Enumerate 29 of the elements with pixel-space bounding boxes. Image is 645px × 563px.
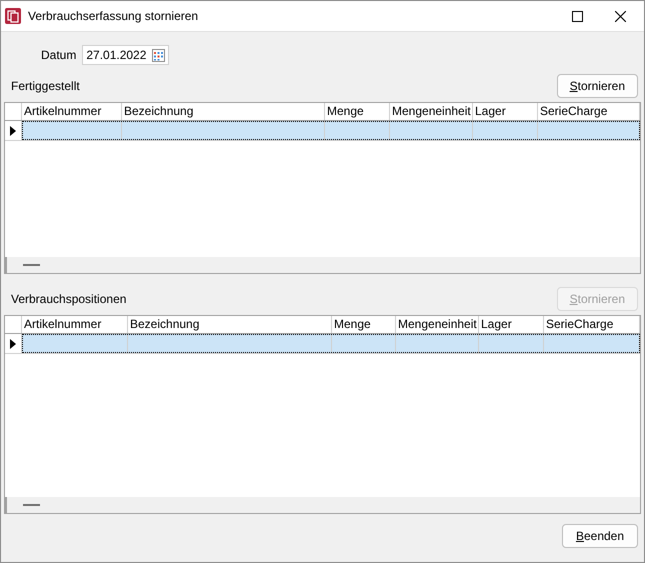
row-pointer-icon <box>10 338 16 348</box>
column-header[interactable]: Mengeneinheit <box>390 103 473 120</box>
column-header[interactable]: Bezeichnung <box>122 103 325 120</box>
grid-row[interactable] <box>5 121 640 141</box>
column-header[interactable]: SerieCharge <box>538 103 640 120</box>
close-button[interactable]: Beenden <box>562 524 638 548</box>
section-title: Verbrauchspositionen <box>11 291 126 308</box>
section-title: Fertiggestellt <box>11 78 80 95</box>
column-header[interactable]: Artikelnummer <box>22 103 122 120</box>
column-header[interactable]: Menge <box>325 103 390 120</box>
grid-row[interactable] <box>5 334 640 354</box>
column-header[interactable]: Lager <box>473 103 538 120</box>
column-header[interactable]: Lager <box>479 316 544 333</box>
close-icon[interactable] <box>615 10 626 22</box>
column-header[interactable]: Bezeichnung <box>128 316 332 333</box>
app-icon <box>5 8 21 24</box>
column-header[interactable]: Mengeneinheit <box>396 316 479 333</box>
column-header[interactable]: Artikelnummer <box>22 316 128 333</box>
cancel-booking-button[interactable]: Stornieren <box>556 74 638 98</box>
column-header[interactable]: Menge <box>332 316 396 333</box>
window-title: Verbrauchserfassung stornieren <box>28 8 198 25</box>
date-label: Datum <box>41 47 76 64</box>
collapse-handle-icon[interactable] <box>23 264 40 266</box>
column-header[interactable]: SerieCharge <box>544 316 640 333</box>
date-field[interactable]: 27.01.2022 <box>82 45 170 65</box>
maximize-icon[interactable] <box>572 10 583 22</box>
collapse-handle-icon[interactable] <box>23 504 40 506</box>
calendar-icon[interactable] <box>152 48 166 62</box>
row-pointer-icon <box>10 126 16 136</box>
